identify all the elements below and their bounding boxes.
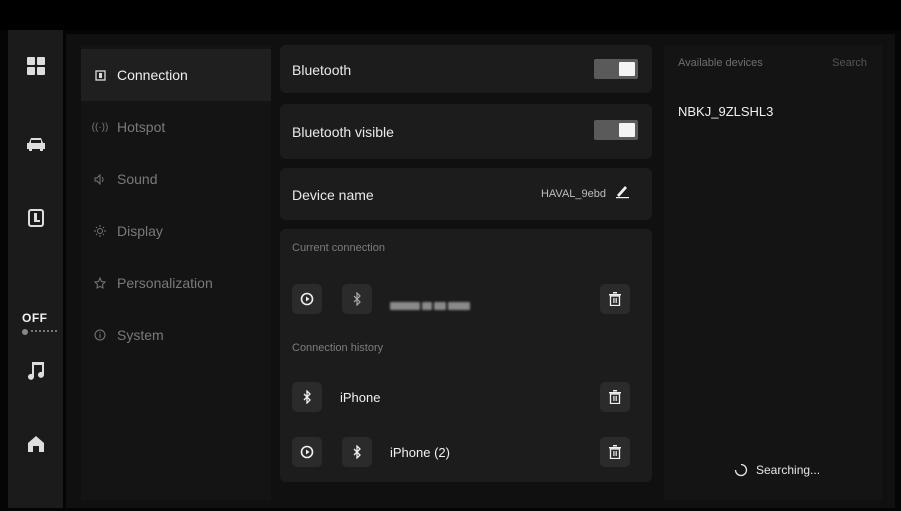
bluetooth-icon (353, 445, 361, 459)
bluetooth-icon (353, 292, 361, 306)
carplay-button[interactable] (292, 284, 322, 314)
delete-current-button[interactable] (600, 284, 630, 314)
searching-text: Searching... (756, 463, 821, 477)
delete-history-button-2[interactable] (600, 437, 630, 467)
connection-history-title: Connection history (292, 342, 384, 354)
available-devices-title: Available devices (678, 57, 763, 69)
edit-icon[interactable] (614, 183, 630, 199)
spinner-icon (734, 463, 748, 477)
history-device-name-1[interactable]: iPhone (340, 390, 380, 405)
info-icon (93, 328, 107, 342)
current-connection-title: Current connection (292, 242, 385, 254)
top-bezel (0, 0, 901, 30)
music-button[interactable] (8, 350, 63, 390)
settings-nav: Connection ((·)) Hotspot Sound Display P… (81, 45, 271, 500)
nav-label-hotspot: Hotspot (117, 119, 166, 135)
history-carplay-button-2[interactable] (292, 437, 322, 467)
toggle-knob (619, 123, 635, 137)
apps-grid-button[interactable] (8, 46, 63, 86)
fan-icon (22, 329, 28, 335)
bluetooth-connect-button[interactable] (342, 284, 372, 314)
device-name-value: HAVAL_9ebd (540, 188, 606, 200)
toggle-knob (619, 62, 635, 76)
device-name-card[interactable]: Device name HAVAL_9ebd (280, 168, 652, 220)
personalization-icon (93, 276, 107, 290)
bluetooth-visible-card: Bluetooth visible (280, 104, 652, 159)
sound-icon (93, 172, 107, 186)
carplay-icon (300, 292, 314, 306)
connection-icon (93, 68, 107, 82)
bluetooth-label: Bluetooth (292, 62, 352, 78)
bluetooth-visible-label: Bluetooth visible (292, 124, 394, 140)
delete-history-button-1[interactable] (600, 382, 630, 412)
nav-item-sound[interactable]: Sound (81, 153, 271, 205)
nav-item-personalization[interactable]: Personalization (81, 257, 271, 309)
current-device-name-obscured (390, 301, 475, 311)
history-bluetooth-button-1[interactable] (292, 382, 322, 412)
car-icon (26, 138, 45, 151)
searching-status: Searching... (734, 463, 820, 477)
climate-state-label[interactable]: OFF (22, 311, 48, 325)
vehicle-button[interactable] (8, 124, 63, 164)
history-bluetooth-button-2[interactable] (342, 437, 372, 467)
carplay-icon (300, 445, 314, 459)
nav-item-connection[interactable]: Connection (81, 49, 271, 101)
trash-icon (609, 445, 621, 459)
trash-icon (609, 292, 621, 306)
nav-item-hotspot[interactable]: ((·)) Hotspot (81, 101, 271, 153)
fan-speed-indicator[interactable] (21, 328, 57, 336)
nav-label-system: System (117, 327, 164, 343)
search-button[interactable]: Search (832, 57, 867, 69)
home-icon (27, 436, 44, 452)
nav-label-sound: Sound (117, 171, 158, 187)
seat-icon (27, 209, 44, 227)
left-dock: OFF (8, 30, 63, 508)
nav-label-personalization: Personalization (117, 275, 213, 291)
available-devices-panel: Available devices Search NBKJ_9ZLSHL3 Se… (664, 45, 882, 500)
nav-label-display: Display (117, 223, 163, 239)
apps-grid-icon (26, 57, 45, 75)
hotspot-icon: ((·)) (91, 121, 109, 133)
bluetooth-card: Bluetooth (280, 45, 652, 93)
seat-button[interactable] (8, 198, 63, 238)
device-name-label: Device name (292, 187, 374, 203)
bluetooth-visible-toggle[interactable] (594, 120, 638, 140)
bluetooth-toggle[interactable] (594, 59, 638, 79)
nav-item-system[interactable]: System (81, 309, 271, 361)
trash-icon (609, 390, 621, 404)
nav-item-display[interactable]: Display (81, 205, 271, 257)
nav-label-connection: Connection (117, 67, 188, 83)
connections-card: Current connection Connection history iP… (280, 229, 652, 482)
brightness-icon (93, 224, 107, 238)
home-button[interactable] (8, 424, 63, 464)
available-device-item[interactable]: NBKJ_9ZLSHL3 (678, 104, 773, 119)
fan-speed-dots (31, 330, 57, 334)
history-device-name-2[interactable]: iPhone (2) (390, 445, 450, 460)
bluetooth-icon (303, 390, 311, 404)
music-note-icon (27, 362, 44, 380)
